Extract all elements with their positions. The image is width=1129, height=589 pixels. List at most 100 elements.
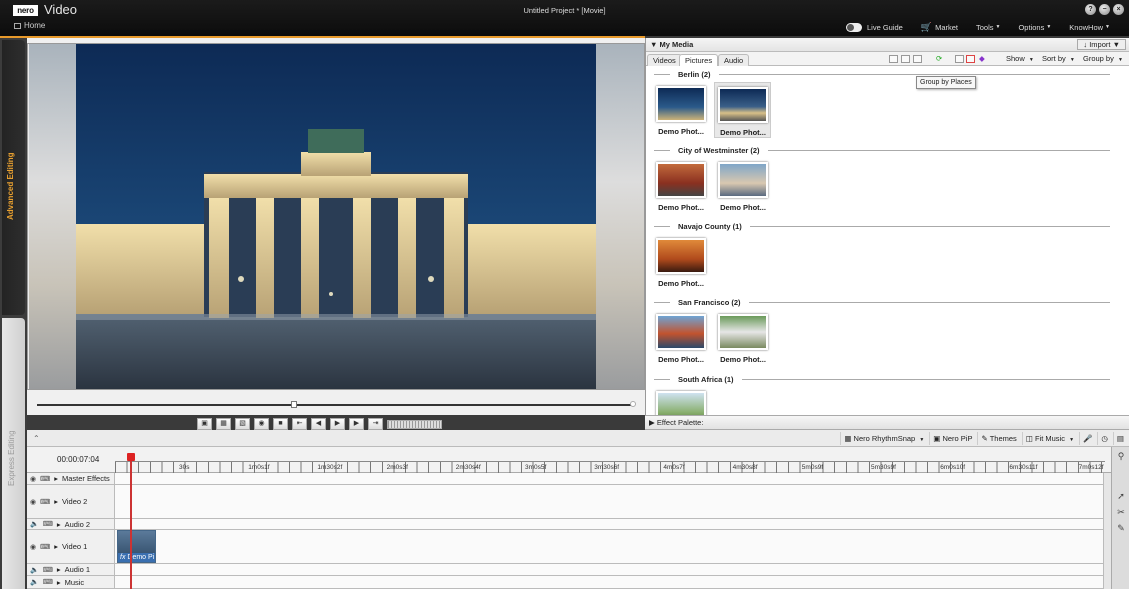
small-thumbs-icon[interactable] [901, 55, 910, 63]
snapshot-button[interactable]: ◉ [254, 418, 269, 430]
themes-button[interactable]: ✎ Themes [977, 432, 1019, 445]
speaker-icon[interactable]: 🔈 [30, 520, 39, 528]
media-thumbnail[interactable]: Demo Phot... [653, 160, 709, 212]
track-video-1[interactable]: ◉ ⌨ ▸ Video 1 [27, 530, 1107, 564]
expand-icon[interactable]: ▸ [57, 520, 61, 529]
media-thumbnail[interactable]: Demo Phot... [653, 312, 709, 364]
caret-down-icon: ▼ [919, 437, 925, 443]
refresh-icon[interactable]: ⟳ [936, 54, 942, 63]
home-link[interactable]: Home [14, 21, 45, 30]
project-title: Untitled Project * [Movie] [523, 6, 606, 15]
minimize-button[interactable]: − [1099, 4, 1110, 15]
collapse-icon[interactable]: ⌃ [33, 434, 40, 443]
media-thumbnail[interactable]: Demo Phot... [715, 160, 771, 212]
razor-tool-icon[interactable]: ✂ [1115, 507, 1127, 519]
playhead[interactable] [130, 455, 132, 589]
expand-icon[interactable]: ▸ [54, 497, 58, 506]
group-header[interactable]: South Africa (1) [654, 375, 1110, 384]
blur-border-right [596, 44, 644, 389]
timeline-clip[interactable]: fx Demo Pi [117, 530, 156, 563]
track-master-effects[interactable]: ◉ ⌨ ▸ Master Effects [27, 473, 1107, 485]
visibility-icon[interactable]: ◉ [30, 543, 36, 551]
market-button[interactable]: 🛒 Market [912, 22, 967, 33]
options-menu[interactable]: Options ▼ [1009, 23, 1060, 32]
zoom-icon[interactable]: ⚲ [1115, 451, 1127, 463]
scrub-handle[interactable] [290, 401, 297, 408]
select-tool-icon[interactable]: ➚ [1115, 491, 1127, 503]
sort-by-menu[interactable]: Sort by ▼ [1042, 54, 1075, 63]
playhead-handle[interactable] [127, 453, 135, 461]
pip-button[interactable]: ▣ Nero PiP [929, 432, 975, 445]
tab-advanced-editing[interactable]: Advanced Editing [2, 40, 25, 315]
go-to-end-button[interactable]: ⇥ [368, 418, 383, 430]
timer-icon[interactable]: ◷ [1097, 432, 1111, 445]
expand-icon[interactable]: ▸ [54, 474, 58, 483]
expand-icon[interactable]: ▸ [57, 578, 61, 587]
preview-stage[interactable] [27, 43, 645, 390]
live-guide-toggle[interactable]: Live Guide [837, 22, 912, 32]
tag-icon[interactable]: ◆ [979, 54, 985, 63]
expand-icon[interactable]: ▸ [54, 542, 58, 551]
media-thumbnail[interactable]: Demo Phot... [653, 236, 709, 288]
show-menu[interactable]: Show ▼ [1006, 54, 1034, 63]
monitor-mode-button[interactable]: ▣ [197, 418, 212, 430]
large-thumbs-icon[interactable] [889, 55, 898, 63]
lock-icon[interactable]: ⌨ [40, 498, 50, 506]
aspect-button[interactable]: ▧ [235, 418, 250, 430]
fit-music-button[interactable]: ◫ Fit Music ▼ [1021, 432, 1077, 445]
lock-icon[interactable]: ⌨ [43, 520, 53, 528]
close-button[interactable]: × [1113, 4, 1124, 15]
speaker-icon[interactable]: 🔈 [30, 566, 39, 574]
track-audio-1[interactable]: 🔈 ⌨ ▸ Audio 1 [27, 564, 1107, 576]
group-header[interactable]: Navajo County (1) [654, 222, 1110, 231]
import-button[interactable]: ↓ Import ▼ [1077, 39, 1126, 50]
fit-view-button[interactable]: ▦ [216, 418, 231, 430]
microphone-icon[interactable]: 🎤 [1079, 432, 1095, 445]
ruler-tick-label: 1m30s2f [317, 464, 343, 471]
group-by-menu[interactable]: Group by ▼ [1083, 54, 1123, 63]
group-by-people-icon[interactable] [955, 55, 964, 63]
group-by-places-icon[interactable] [966, 55, 975, 63]
rhythmsnap-button[interactable]: ▦ Nero RhythmSnap ▼ [840, 432, 927, 445]
speaker-icon[interactable]: 🔈 [30, 578, 39, 586]
track-video-2[interactable]: ◉ ⌨ ▸ Video 2 [27, 485, 1107, 519]
timeline-ruler[interactable]: 00:00:07:04 30s 1m0s1f 1m30s2f 2m0s3f 2m30s4… [27, 447, 1129, 473]
media-thumbnail[interactable]: Demo Phot... [715, 312, 771, 364]
ruler-tick-label: 6m0s10f [940, 464, 966, 471]
go-to-start-button[interactable]: ⇤ [292, 418, 307, 430]
previous-frame-button[interactable]: ◀ [311, 418, 326, 430]
tab-audio[interactable]: Audio [718, 54, 750, 66]
lock-icon[interactable]: ⌨ [40, 475, 50, 483]
lock-icon[interactable]: ⌨ [43, 566, 53, 574]
effect-palette-bar[interactable]: ▶ Effect Palette: [645, 415, 1129, 430]
play-button[interactable]: ▶ [330, 418, 345, 430]
track-audio-2[interactable]: 🔈 ⌨ ▸ Audio 2 [27, 519, 1107, 530]
help-window-button[interactable]: ? [1085, 4, 1096, 15]
media-thumbnail[interactable]: Demo Phot... [653, 84, 709, 136]
knowhow-menu[interactable]: KnowHow ▼ [1060, 23, 1119, 32]
expand-icon[interactable]: ▸ [57, 565, 61, 574]
next-frame-button[interactable]: ▶ [349, 418, 364, 430]
tab-express-editing[interactable]: Express Editing [2, 318, 25, 589]
lock-icon[interactable]: ⌨ [43, 578, 53, 586]
media-thumbnail-selected[interactable]: Demo Phot... [714, 82, 771, 138]
timeline-scrollbar[interactable] [1103, 473, 1111, 589]
group-header[interactable]: San Francisco (2) [654, 298, 1110, 307]
stop-button[interactable]: ■ [273, 418, 288, 430]
jog-shuttle[interactable] [387, 419, 442, 429]
visibility-icon[interactable]: ◉ [30, 475, 36, 483]
tools-menu[interactable]: Tools ▼ [967, 23, 1009, 32]
visibility-icon[interactable]: ◉ [30, 498, 36, 506]
tab-pictures[interactable]: Pictures [679, 54, 719, 66]
media-thumbnail[interactable] [653, 389, 709, 415]
track-music[interactable]: 🔈 ⌨ ▸ Music [27, 576, 1107, 589]
preview-scrub-bar[interactable] [37, 404, 634, 406]
group-header[interactable]: City of Westminster (2) [654, 146, 1110, 155]
pen-tool-icon[interactable]: ✎ [1115, 523, 1127, 535]
export-icon[interactable]: ▤ [1112, 432, 1127, 445]
lock-icon[interactable]: ⌨ [40, 543, 50, 551]
details-view-icon[interactable] [913, 55, 922, 63]
group-header[interactable]: Berlin (2) [654, 70, 1110, 79]
tab-videos[interactable]: Videos [647, 54, 682, 66]
timecode: 00:00:07:04 [57, 455, 100, 464]
